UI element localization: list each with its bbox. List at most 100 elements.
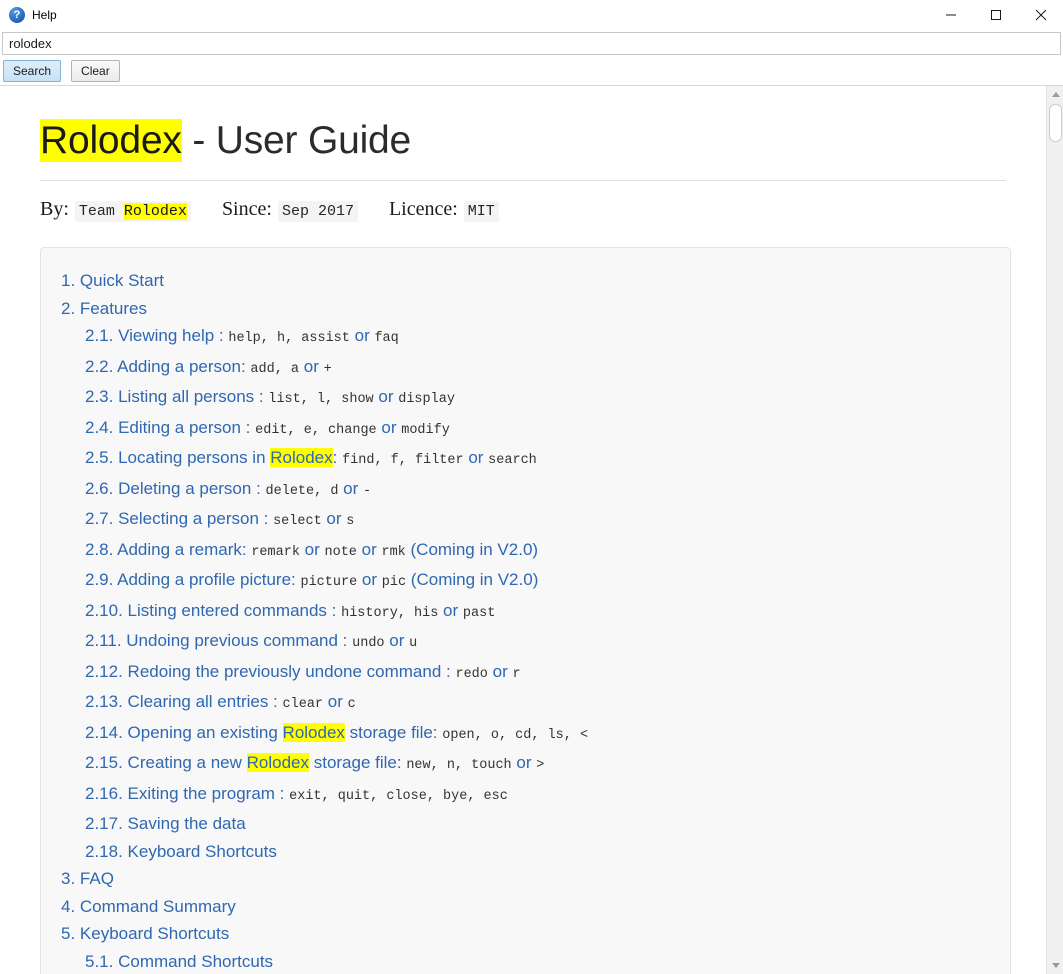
toc-item-command: new, n, touch bbox=[406, 758, 512, 774]
toc-item-label: FAQ bbox=[79, 869, 114, 889]
toc-item-command: remark bbox=[251, 544, 300, 560]
toc-item-label: Features bbox=[79, 298, 147, 318]
minimize-button[interactable] bbox=[928, 0, 973, 30]
toc-item-or: or bbox=[323, 692, 348, 712]
toc-item-or: or bbox=[357, 570, 382, 590]
toc-item-label-after: : bbox=[332, 448, 343, 468]
title-bar: ? Help bbox=[0, 0, 1063, 30]
close-icon bbox=[1035, 9, 1046, 21]
toc-item-label: Locating persons in bbox=[118, 448, 271, 468]
toc-item[interactable]: 2.11. Undoing previous command : undo or… bbox=[61, 627, 990, 658]
toc-item[interactable]: 2.1. Viewing help : help, h, assist or f… bbox=[61, 322, 990, 353]
vertical-scrollbar[interactable] bbox=[1046, 86, 1063, 974]
toc-item[interactable]: 2.3. Listing all persons : list, l, show… bbox=[61, 383, 990, 414]
toc-item-command: exit, quit, close, bye, esc bbox=[289, 788, 508, 804]
toc-item[interactable]: 2.15. Creating a new Rolodex storage fil… bbox=[61, 749, 990, 780]
toc-item[interactable]: 2. Features bbox=[61, 295, 990, 323]
toc-item-number: 2.13. bbox=[85, 692, 128, 712]
toc-item-command: clear bbox=[282, 697, 324, 713]
search-button[interactable]: Search bbox=[3, 59, 62, 82]
toc-item-label-after: storage file: bbox=[344, 722, 443, 742]
toc-item[interactable]: 2.17. Saving the data bbox=[61, 810, 990, 838]
meta-since: Since: Sep 2017 bbox=[221, 198, 358, 223]
question-circle-icon: ? bbox=[9, 7, 25, 23]
toc-item-command-alt: - bbox=[363, 483, 372, 499]
toc-item-or: or bbox=[376, 417, 402, 437]
clear-button[interactable]: Clear bbox=[71, 59, 120, 82]
toc-item-number: 2.17. bbox=[85, 814, 128, 834]
toc-item-label: Deleting a person : bbox=[118, 478, 266, 498]
toc-item[interactable]: 2.12. Redoing the previously undone comm… bbox=[61, 658, 990, 689]
toc-item[interactable]: 2.9. Adding a profile picture: picture o… bbox=[61, 566, 990, 597]
search-input[interactable] bbox=[2, 31, 1061, 55]
toc-item-label: Command Shortcuts bbox=[118, 951, 274, 971]
toc-item-label: Listing all persons : bbox=[118, 387, 269, 407]
meta-since-label: Since: bbox=[221, 198, 272, 221]
toc-item-or: or bbox=[487, 661, 513, 681]
toc-item-command-alt: s bbox=[346, 514, 355, 530]
toc-item-label: Adding a profile picture: bbox=[117, 570, 301, 590]
toc-item-command-alt: + bbox=[323, 361, 332, 377]
toc-item-number: 2.2. bbox=[85, 356, 118, 376]
toc-item[interactable]: 2.4. Editing a person : edit, e, change … bbox=[61, 414, 990, 445]
toc-item[interactable]: 2.10. Listing entered commands : history… bbox=[61, 597, 990, 628]
toc-item-label-after: storage file: bbox=[309, 753, 407, 773]
toc-item-number: 2.7. bbox=[85, 509, 119, 529]
toc-item-label: Creating a new bbox=[127, 753, 247, 773]
toc-item-command-alt: past bbox=[462, 605, 496, 621]
window-controls bbox=[928, 0, 1063, 30]
table-of-contents: 1. Quick Start 2. Features 2.1. Viewing he… bbox=[40, 247, 1011, 974]
toc-item-label: Keyboard Shortcuts bbox=[79, 924, 230, 944]
toc-item[interactable]: 2.2. Adding a person: add, a or + bbox=[61, 353, 990, 384]
toc-item-or: or bbox=[338, 478, 363, 498]
scrollbar-thumb[interactable] bbox=[1049, 104, 1062, 142]
toc-item-command: add, a bbox=[250, 361, 300, 377]
toc-item-command: undo bbox=[352, 636, 385, 652]
scroll-down-button[interactable] bbox=[1047, 957, 1063, 974]
toc-item[interactable]: 2.8. Adding a remark: remark or note or … bbox=[61, 536, 990, 567]
toc-item-highlight: Rolodex bbox=[270, 448, 333, 468]
close-button[interactable] bbox=[1018, 0, 1063, 30]
toc-item-number: 2.3. bbox=[85, 387, 119, 407]
toc-item-command: delete, d bbox=[265, 483, 339, 499]
toc-item-note: (Coming in V2.0) bbox=[405, 539, 539, 559]
toc-item[interactable]: 2.16. Exiting the program : exit, quit, … bbox=[61, 780, 990, 811]
page-title-highlight: Rolodex bbox=[40, 119, 182, 162]
toc-item-or: or bbox=[299, 356, 324, 376]
toc-item-label: Opening an existing bbox=[127, 722, 283, 742]
maximize-button[interactable] bbox=[973, 0, 1018, 30]
toc-item[interactable]: 2.14. Opening an existing Rolodex storag… bbox=[61, 719, 990, 750]
toc-item-or: or bbox=[373, 387, 399, 407]
toc-item-command-alt: faq bbox=[374, 331, 399, 347]
toc-item[interactable]: 2.5. Locating persons in Rolodex: find, … bbox=[61, 444, 990, 475]
search-row bbox=[0, 30, 1063, 56]
document-page: Rolodex - User Guide By: Team Rolodex Si… bbox=[0, 86, 1046, 974]
toc-item-command-alt: r bbox=[512, 666, 521, 682]
toc-item[interactable]: 1. Quick Start bbox=[61, 267, 990, 295]
toc-item[interactable]: 4. Command Summary bbox=[61, 893, 990, 921]
maximize-icon bbox=[990, 10, 1001, 20]
toc-item-command-alt: pic bbox=[381, 575, 407, 591]
toc-item-number: 2.15. bbox=[85, 753, 128, 773]
toc-item[interactable]: 2.7. Selecting a person : select or s bbox=[61, 505, 990, 536]
scroll-up-button[interactable] bbox=[1047, 86, 1063, 103]
toc-item-command: picture bbox=[300, 575, 358, 591]
meta-by-highlight: Rolodex bbox=[123, 203, 187, 221]
toc-item-label: Viewing help : bbox=[118, 326, 229, 346]
chevron-down-icon bbox=[1051, 963, 1060, 968]
toc-item[interactable]: 5.1. Command Shortcuts bbox=[61, 948, 990, 974]
chevron-up-icon bbox=[1051, 92, 1060, 97]
meta-by: By: Team Rolodex bbox=[40, 198, 191, 223]
toc-item[interactable]: 2.13. Clearing all entries : clear or c bbox=[61, 688, 990, 719]
toc-item[interactable]: 3. FAQ bbox=[61, 865, 990, 893]
meta-licence-value: MIT bbox=[463, 201, 499, 223]
toc-item-label: Command Summary bbox=[79, 896, 236, 916]
toc-item[interactable]: 2.6. Deleting a person : delete, d or - bbox=[61, 475, 990, 506]
toc-item-command-alt: u bbox=[409, 636, 418, 652]
toc-item[interactable]: 5. Keyboard Shortcuts bbox=[61, 920, 990, 948]
help-window: ? Help Sea bbox=[0, 0, 1063, 974]
toc-item[interactable]: 2.18. Keyboard Shortcuts bbox=[61, 838, 990, 866]
toc-item-command: help, h, assist bbox=[228, 331, 350, 347]
window-title: Help bbox=[32, 8, 57, 22]
toc-item-label: Adding a remark: bbox=[117, 539, 252, 559]
